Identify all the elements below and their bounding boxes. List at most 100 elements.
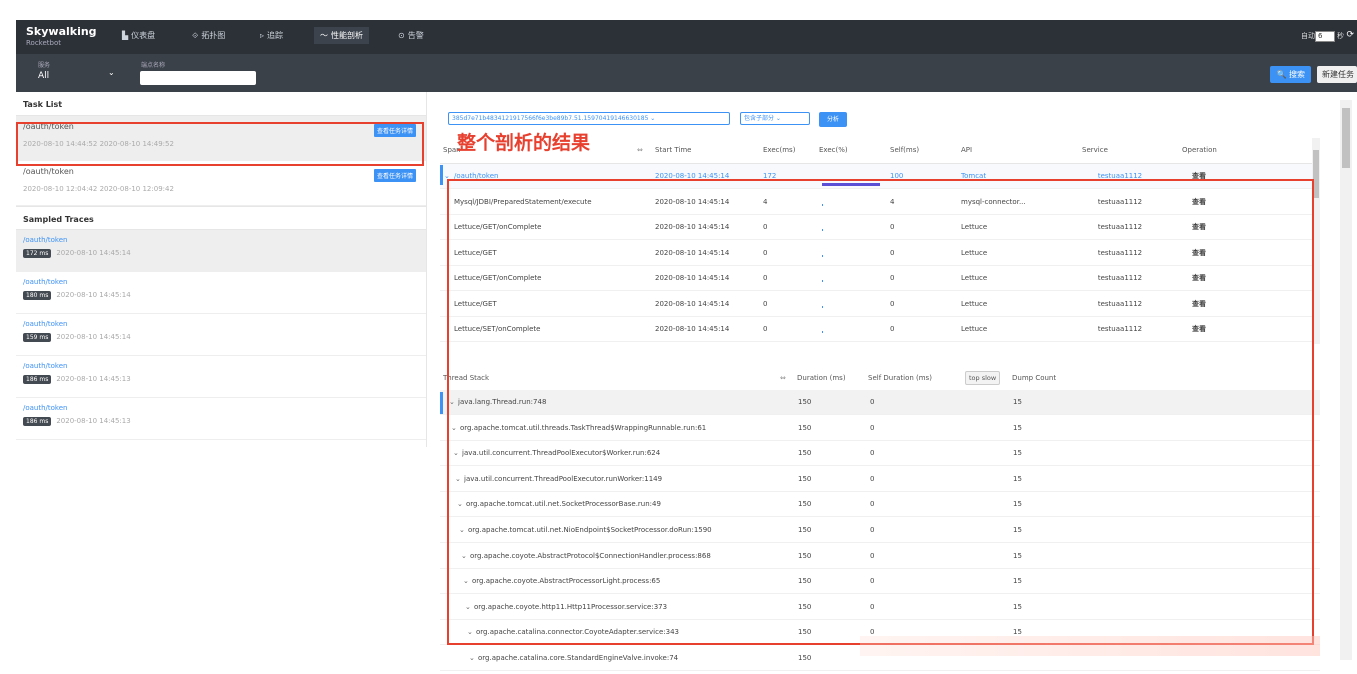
trace-item[interactable]: /oauth/token 186 ms 2020-08-10 14:45:13 — [16, 398, 426, 440]
task-item[interactable]: /oauth/token 2020-08-10 12:04:42 2020-08… — [16, 161, 426, 206]
search-button[interactable]: 🔍 搜索 — [1270, 66, 1311, 83]
exec-percent-bar — [822, 183, 880, 186]
top-slow-button[interactable]: top slow — [965, 364, 1001, 392]
chevron-down-icon[interactable]: ⌄ — [108, 68, 115, 77]
stack-row[interactable]: ⌄ org.apache.coyote.AbstractProtocol$Conn… — [440, 544, 1320, 569]
span-cell-api: Lettuce — [961, 223, 988, 231]
nav-profiling[interactable]: 〜性能剖析 — [314, 27, 369, 44]
span-row[interactable]: Lettuce/GET/onComplete 2020-08-10 14:45:1… — [440, 215, 1320, 240]
view-span-button[interactable]: 查看 — [1192, 164, 1232, 189]
view-task-detail-button[interactable]: 查看任务详情 — [373, 124, 416, 137]
span-cell-span: Lettuce/GET — [454, 248, 497, 257]
span-cell-service: testuaa1112 — [1097, 248, 1143, 257]
stack-cell-dur: 150 — [798, 423, 812, 432]
col-self-duration: Self Duration (ms) — [868, 374, 932, 382]
span-row[interactable]: Mysql/JDBI/PreparedStatement/execute 2020… — [440, 190, 1320, 215]
span-cell-start: 2020-08-10 14:45:14 — [655, 299, 730, 308]
span-row[interactable]: Lettuce/GET 2020-08-10 14:45:14 0 0 Lettuce t… — [440, 292, 1320, 317]
page-scroll-thumb[interactable] — [1342, 108, 1350, 168]
span-row[interactable]: /oauth/token 2020-08-10 14:45:14 172 100 Tom… — [440, 164, 1320, 189]
stack-cell-self: 0 — [870, 449, 875, 458]
chevron-down-icon[interactable]: ⌄ — [457, 492, 463, 517]
refresh-icon[interactable]: ⟳ — [1346, 30, 1354, 40]
stack-frame: org.apache.coyote.AbstractProcessorLight… — [472, 577, 661, 586]
resize-icon[interactable]: ⇔ — [780, 364, 786, 392]
analyze-button[interactable]: 分析 — [819, 112, 847, 127]
trace-id-select[interactable]: 385d7e71b4834121917566f6e3be89b7.51.1597… — [448, 112, 730, 125]
stack-row[interactable]: ⌄ org.apache.tomcat.util.threads.TaskThre… — [440, 416, 1320, 441]
chevron-down-icon[interactable]: ⌄ — [467, 620, 473, 645]
stack-row[interactable]: ⌄ org.apache.tomcat.util.net.NioEndpoint$… — [440, 518, 1320, 543]
stack-cell-self: 0 — [870, 398, 875, 406]
chevron-down-icon[interactable]: ⌄ — [469, 646, 475, 671]
nav-alarm[interactable]: ⊙ 告警 — [398, 30, 424, 41]
stack-cell-dur: 150 — [798, 398, 812, 406]
span-cell-exec: 0 — [763, 248, 768, 257]
view-span-button[interactable]: 查看 — [1192, 266, 1232, 291]
view-span-button[interactable]: 查看 — [1192, 215, 1232, 240]
trace-time: 2020-08-10 14:45:14 — [56, 249, 131, 257]
stack-row[interactable]: ⌄ java.util.concurrent.ThreadPoolExecutor… — [440, 441, 1320, 467]
stack-cell-self: 0 — [870, 500, 875, 509]
trace-time: 2020-08-10 14:45:14 — [56, 333, 131, 341]
stack-cell-count: 15 — [1013, 423, 1022, 432]
trace-item[interactable]: /oauth/token 180 ms 2020-08-10 14:45:14 — [16, 272, 426, 314]
panel-divider — [426, 92, 427, 447]
col-self: Self(ms) — [890, 146, 920, 154]
resize-icon[interactable]: ⇔ — [637, 136, 643, 164]
nav-trace[interactable]: ▹ 追踪 — [260, 30, 283, 41]
auto-refresh-input[interactable]: 6 — [1315, 31, 1335, 42]
stack-frame: java.util.concurrent.ThreadPoolExecutor.… — [464, 474, 663, 483]
duration-badge: 186 ms — [23, 375, 52, 384]
span-row[interactable]: Lettuce/GET/onComplete 2020-08-10 14:45:1… — [440, 266, 1320, 291]
chevron-down-icon[interactable]: ⌄ — [463, 569, 469, 594]
chevron-down-icon[interactable]: ⌄ — [449, 390, 455, 415]
left-panel: Task List /oauth/token 2020-08-10 14:44:… — [16, 92, 426, 452]
alarm-icon: ⊙ — [398, 31, 405, 40]
page-scrollbar[interactable] — [1340, 100, 1352, 660]
chevron-down-icon[interactable]: ⌄ — [444, 164, 450, 189]
span-cell-span: Lettuce/GET — [454, 299, 497, 308]
trace-item[interactable]: /oauth/token 186 ms 2020-08-10 14:45:13 — [16, 356, 426, 398]
trace-item[interactable]: /oauth/token 172 ms 2020-08-10 14:45:14 — [16, 230, 426, 272]
span-cell-start: 2020-08-10 14:45:14 — [655, 172, 730, 180]
chevron-down-icon[interactable]: ⌄ — [453, 441, 459, 466]
duration-badge: 159 ms — [23, 333, 52, 342]
trace-name: /oauth/token — [23, 236, 68, 244]
span-row[interactable]: Lettuce/GET 2020-08-10 14:45:14 0 0 Lettuce t… — [440, 241, 1320, 266]
chevron-down-icon[interactable]: ⌄ — [459, 518, 465, 543]
stack-row[interactable]: ⌄ java.util.concurrent.ThreadPoolExecutor… — [440, 467, 1320, 492]
trace-icon: ▹ — [260, 31, 265, 40]
new-task-button[interactable]: 新建任务 — [1317, 66, 1357, 83]
chevron-down-icon[interactable]: ⌄ — [451, 416, 457, 441]
nav-topology[interactable]: ⟐ 拓扑图 — [192, 30, 225, 41]
task-item[interactable]: /oauth/token 2020-08-10 14:44:52 2020-08… — [16, 116, 426, 161]
mode-select[interactable]: 包含子部分 ⌄ — [740, 112, 810, 125]
stack-row[interactable]: ⌄ org.apache.coyote.AbstractProcessorLigh… — [440, 569, 1320, 595]
task-time: 2020-08-10 14:44:52 2020-08-10 14:49:52 — [23, 140, 174, 148]
span-cell-exec: 0 — [763, 274, 768, 282]
stack-row[interactable]: ⌄ org.apache.coyote.http11.Http11Processo… — [440, 595, 1320, 620]
exec-percent-bar — [822, 331, 823, 333]
view-span-button[interactable]: 查看 — [1192, 317, 1232, 342]
span-scroll-thumb[interactable] — [1313, 150, 1319, 198]
stack-row[interactable]: ⌄ java.lang.Thread.run:748 150 0 15 — [440, 390, 1320, 415]
stack-row[interactable]: ⌄ org.apache.tomcat.util.net.SocketProces… — [440, 492, 1320, 518]
chevron-down-icon[interactable]: ⌄ — [461, 544, 467, 569]
span-row[interactable]: Lettuce/SET/onComplete 2020-08-10 14:45:1… — [440, 317, 1320, 342]
nav-dashboard[interactable]: ▙ 仪表盘 — [122, 30, 155, 41]
view-span-button[interactable]: 查看 — [1192, 292, 1232, 317]
stack-cell-dur: 150 — [798, 474, 812, 483]
chevron-down-icon[interactable]: ⌄ — [465, 595, 471, 620]
view-task-detail-button[interactable]: 查看任务详情 — [373, 169, 416, 182]
stack-cell-self: 0 — [870, 602, 875, 611]
endpoint-name-input[interactable] — [140, 71, 256, 85]
view-span-button[interactable]: 查看 — [1192, 190, 1232, 215]
sampled-traces-title: Sampled Traces — [16, 206, 426, 230]
trace-item[interactable]: /oauth/token 159 ms 2020-08-10 14:45:14 — [16, 314, 426, 356]
span-cell-service: testuaa1112 — [1097, 274, 1143, 282]
chevron-down-icon[interactable]: ⌄ — [455, 467, 461, 492]
view-span-button[interactable]: 查看 — [1192, 241, 1232, 266]
span-cell-api: Lettuce — [961, 274, 988, 282]
service-select[interactable]: All — [38, 71, 49, 81]
